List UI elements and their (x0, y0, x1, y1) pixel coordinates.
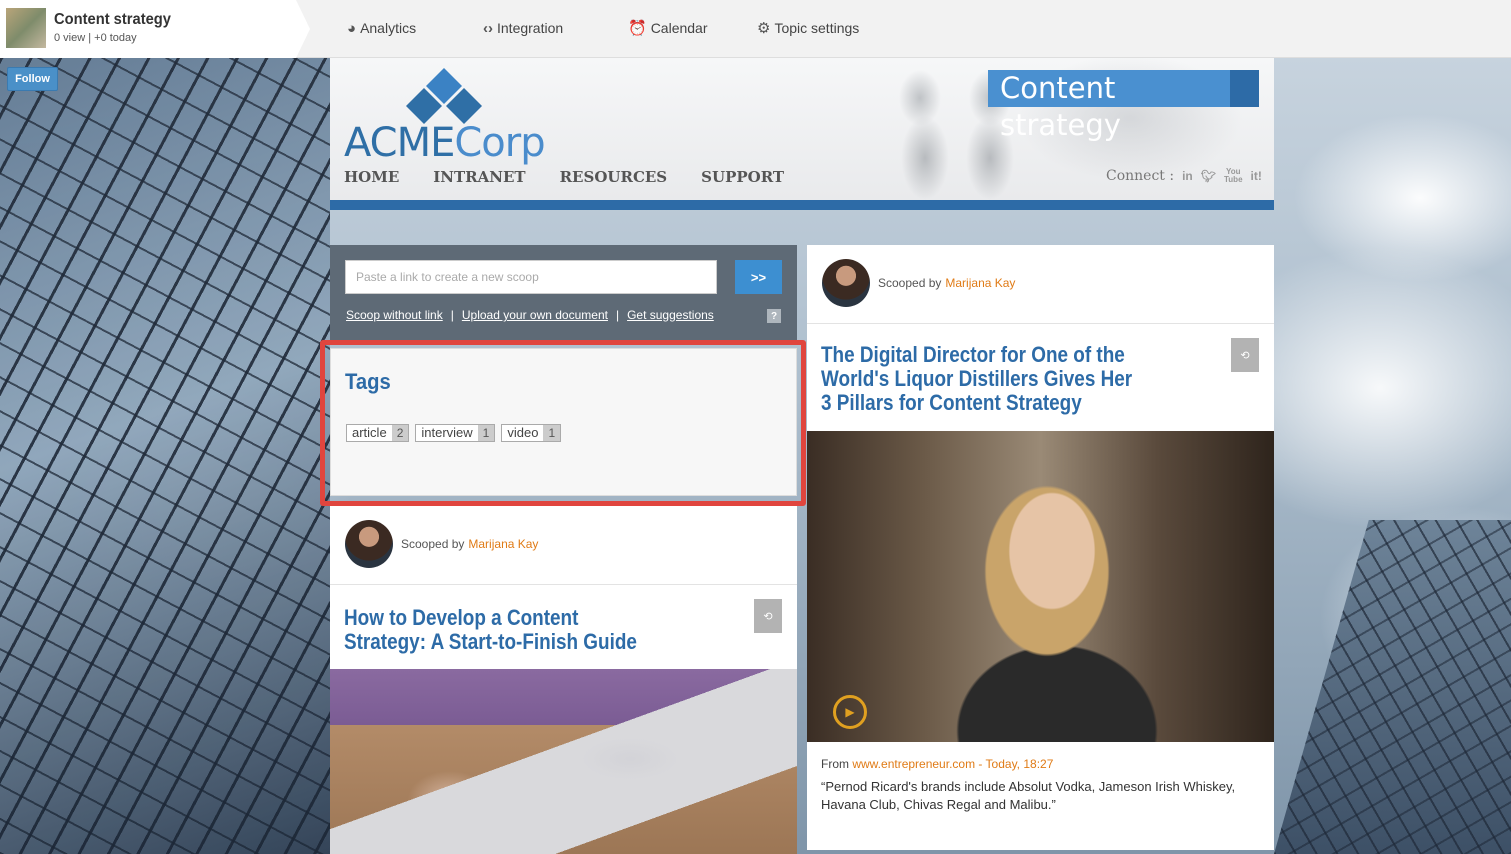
topic-header[interactable]: Content strategy 0 view | +0 today (0, 0, 310, 58)
acme-logo-icon (406, 68, 482, 124)
help-icon[interactable]: ? (767, 309, 781, 323)
banner-nav-home[interactable]: HOME (344, 168, 399, 186)
post-title-line: The Digital Director for One of the (821, 342, 1125, 367)
nav-analytics-label: Analytics (360, 20, 417, 36)
scoop-without-link[interactable]: Scoop without link (346, 308, 443, 322)
background-building-left (0, 58, 330, 854)
upload-document-link[interactable]: Upload your own document (462, 308, 608, 322)
nav-topic-settings[interactable]: ⚙ Topic settings (757, 18, 859, 38)
post-title[interactable]: How to Develop a Content Strategy: A Sta… (344, 606, 637, 654)
topic-toolbar: Content strategy 0 view | +0 today ◕ Ana… (0, 0, 1511, 58)
banner-nav-resources[interactable]: RESOURCES (560, 168, 668, 186)
post-card: Scooped by Marijana Kay How to Develop a… (330, 506, 797, 854)
code-icon: ‹› (483, 19, 493, 37)
nav-integration[interactable]: ‹› Integration (483, 18, 563, 38)
source-link[interactable]: www.entrepreneur.com (852, 757, 975, 771)
avatar[interactable] (822, 259, 870, 307)
linkedin-icon[interactable]: in (1182, 169, 1193, 183)
banner-nav-support[interactable]: SUPPORT (701, 168, 784, 186)
gears-icon: ⚙ (757, 20, 771, 37)
author-link[interactable]: Marijana Kay (468, 537, 538, 551)
post-title-line: Strategy: A Start-to-Finish Guide (344, 629, 637, 654)
play-video-icon[interactable]: ▶ (833, 695, 867, 729)
scooped-by: Scooped by Marijana Kay (345, 520, 538, 568)
nav-calendar-label: Calendar (650, 20, 708, 36)
logo-accent: Corp (454, 120, 545, 166)
topic-thumbnail (6, 8, 46, 48)
follow-button[interactable]: Follow (7, 67, 58, 91)
pie-chart-icon: ◕ (347, 19, 357, 37)
clock-icon: ⏰ (628, 20, 647, 37)
post-card: Scooped by Marijana Kay The Digital Dire… (807, 245, 1274, 850)
post-source: From www.entrepreneur.com - Today, 18:27 (821, 757, 1053, 771)
logo-main: ACME (344, 120, 455, 166)
post-title-line: 3 Pillars for Content Strategy (821, 390, 1082, 415)
rescoop-icon[interactable]: ⟲ (754, 599, 782, 633)
nav-analytics[interactable]: ◕ Analytics (347, 18, 416, 38)
banner-nav-intranet[interactable]: INTRANET (433, 168, 525, 186)
tags-highlight-frame (320, 340, 806, 506)
connect-bar: Connect : in 🐦︎ You Tube it! (1106, 168, 1262, 185)
author-link[interactable]: Marijana Kay (945, 276, 1015, 290)
banner-nav: HOME INTRANET RESOURCES SUPPORT (344, 168, 784, 186)
header-banner: ACMECorp HOME INTRANET RESOURCES SUPPORT… (330, 58, 1274, 210)
scoopit-icon[interactable]: it! (1251, 169, 1262, 183)
post-image[interactable] (330, 669, 797, 854)
scoop-url-placeholder: Paste a link to create a new scoop (356, 270, 539, 284)
scoop-creator: Paste a link to create a new scoop >> Sc… (330, 245, 797, 340)
nav-topic-settings-label: Topic settings (774, 20, 860, 36)
scoop-url-input[interactable]: Paste a link to create a new scoop (345, 260, 717, 294)
connect-label: Connect : (1106, 168, 1175, 184)
scooped-by: Scooped by Marijana Kay (822, 259, 1015, 307)
brand-title: Content strategy (988, 70, 1230, 142)
avatar[interactable] (345, 520, 393, 568)
nav-calendar[interactable]: ⏰ Calendar (628, 18, 708, 38)
post-title-line: World's Liquor Distillers Gives Her (821, 366, 1133, 391)
post-title[interactable]: The Digital Director for One of the Worl… (821, 343, 1132, 415)
get-suggestions-link[interactable]: Get suggestions (627, 308, 714, 322)
source-separator: - (978, 757, 983, 771)
link-separator: | (615, 308, 620, 322)
nav-integration-label: Integration (497, 20, 564, 36)
link-separator: | (450, 308, 454, 322)
post-excerpt: “Pernod Ricard's brands include Absolut … (821, 779, 1236, 812)
brand-title-box: Content strategy (988, 70, 1259, 142)
divider (807, 323, 1274, 324)
twitter-icon[interactable]: 🐦︎ (1201, 169, 1216, 183)
from-label: From (821, 757, 849, 771)
scooped-by-label: Scooped by (878, 276, 942, 290)
logo-wordmark[interactable]: ACMECorp (344, 120, 546, 166)
post-image[interactable]: ▶ (807, 431, 1274, 742)
scoop-submit-button[interactable]: >> (735, 260, 782, 294)
topic-title: Content strategy (54, 11, 171, 28)
post-time: Today, 18:27 (985, 757, 1054, 771)
rescoop-icon[interactable]: ⟲ (1231, 338, 1259, 372)
scoop-links: Scoop without link | Upload your own doc… (346, 308, 714, 322)
post-title-line: How to Develop a Content (344, 605, 579, 630)
divider (330, 584, 797, 585)
scooped-by-label: Scooped by (401, 537, 465, 551)
youtube-icon[interactable]: You Tube (1224, 168, 1243, 184)
topic-stats: 0 view | +0 today (54, 32, 137, 44)
